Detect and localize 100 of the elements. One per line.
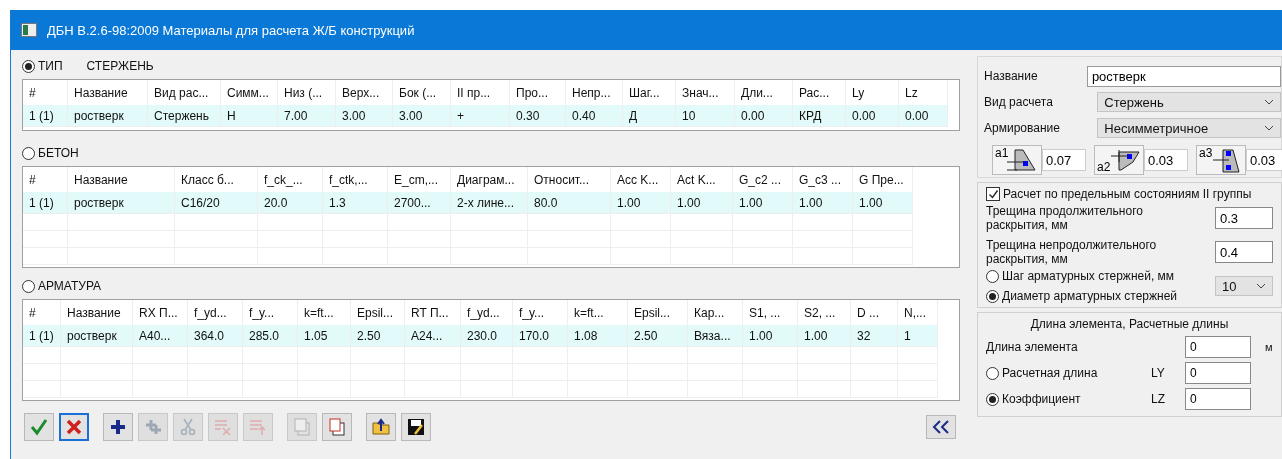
option-label[interactable]: Коэффициент <box>1002 392 1081 406</box>
empty-cell <box>628 347 688 364</box>
table-cell: 32 <box>851 325 898 347</box>
cross-icon <box>64 417 84 437</box>
table-cell: 1.05 <box>298 325 351 347</box>
effective-length-field[interactable]: 0 <box>1185 362 1251 384</box>
scissors-icon <box>178 417 198 437</box>
empty-cell <box>461 347 513 364</box>
empty-cell <box>568 347 628 364</box>
table-cell: 0.00 <box>899 105 948 127</box>
option-label[interactable]: Расчетная длина <box>1002 366 1098 380</box>
table-row[interactable]: 1 (1) ростверк A40... 364.0 285.0 1.05 2.50 A24... 230.0 170.0 1.08 2.50 Вяза... 1.00 1.00 32 1 <box>23 325 959 347</box>
empty-cell <box>23 214 68 231</box>
length-field[interactable]: 0 <box>1185 336 1251 358</box>
empty-cell <box>743 347 798 364</box>
empty-cell <box>671 214 733 231</box>
field-label: Армирование <box>984 121 1061 135</box>
cover-field[interactable]: 0.03 <box>1246 149 1282 171</box>
radio-button[interactable] <box>986 392 999 406</box>
table-cell: ростверк <box>68 105 148 127</box>
empty-cell <box>351 347 405 364</box>
section-radio[interactable]: ТИП <box>22 59 63 73</box>
table-cell: 1 <box>898 325 938 347</box>
reinforcement-dropdown[interactable]: Несимметричное <box>1097 118 1281 138</box>
bar-size-dropdown[interactable]: 10 <box>1215 276 1273 296</box>
double-plus-icon <box>143 417 163 437</box>
table-cell: Вяза... <box>688 325 743 347</box>
app-icon <box>21 23 37 37</box>
table-cell: 0.00 <box>735 105 793 127</box>
crack-width-field[interactable]: 0.3 <box>1215 207 1273 229</box>
chevron-down-icon <box>1256 283 1266 289</box>
collapse-button[interactable] <box>926 415 956 439</box>
add-button[interactable] <box>103 413 133 441</box>
table-cell: Н <box>221 105 278 127</box>
table-cell: 0.40 <box>566 105 623 127</box>
empty-cell <box>133 347 188 364</box>
table-cell: 10 <box>676 105 735 127</box>
empty-cell <box>611 214 671 231</box>
crack-width-field[interactable]: 0.4 <box>1215 241 1273 263</box>
field-label: Название <box>984 69 1039 83</box>
table-cell: 2.50 <box>628 325 688 347</box>
empty-cell <box>688 347 743 364</box>
option-label[interactable]: Диаметр арматурных стержней <box>1002 289 1178 303</box>
table-cell: 0.00 <box>846 105 899 127</box>
table-cell: 1.00 <box>743 325 798 347</box>
table-cell: ростверк <box>68 192 175 214</box>
empty-cell <box>793 214 853 231</box>
table-cell: 2.50 <box>351 325 405 347</box>
table-cell: 364.0 <box>188 325 243 347</box>
section-radio[interactable]: АРМАТУРА <box>22 279 102 293</box>
empty-cell <box>733 214 793 231</box>
cover-field[interactable]: 0.07 <box>1042 149 1086 171</box>
table-cell: ростверк <box>61 325 133 347</box>
cancel-button[interactable] <box>59 413 89 441</box>
section-radio[interactable]: БЕТОН <box>22 146 79 160</box>
move-rows-icon <box>248 417 268 437</box>
table-cell: Д <box>623 105 676 127</box>
option-label[interactable]: Шаг арматурных стержней, мм <box>1002 269 1175 283</box>
empty-cell <box>851 347 898 364</box>
table-cell: 1.00 <box>671 192 733 214</box>
table-cell: 1 (1) <box>23 192 68 214</box>
save-button[interactable] <box>401 413 431 441</box>
cover-field[interactable]: 0.03 <box>1144 149 1188 171</box>
table-cell: 170.0 <box>513 325 568 347</box>
chevron-down-icon <box>1264 99 1274 105</box>
cover-shape-button[interactable]: a3 <box>1196 145 1246 175</box>
group-title: Длина элемента, Расчетные длины <box>1029 317 1230 331</box>
table-cell: КРД <box>793 105 846 127</box>
cover-shape-button[interactable]: a1 <box>992 145 1042 175</box>
serviceability-checkbox[interactable]: Расчет по предельным состояниям II группы <box>986 187 1273 201</box>
empty-cell <box>258 214 323 231</box>
field-label: Трещина продолжительного раскрытия, мм <box>986 204 1144 232</box>
empty-cell <box>405 347 461 364</box>
table-cell: 2-х лине... <box>451 192 528 214</box>
ok-button[interactable] <box>24 413 54 441</box>
empty-cell <box>188 347 243 364</box>
folder-icon <box>371 417 391 437</box>
empty-cell <box>243 347 298 364</box>
radio-button[interactable] <box>986 269 999 283</box>
radio-button[interactable] <box>986 289 999 303</box>
table-cell: 3.00 <box>336 105 393 127</box>
empty-cell <box>898 347 938 364</box>
table-cell: A24... <box>405 325 461 347</box>
table-cell: 3.00 <box>393 105 451 127</box>
calc-type-dropdown[interactable]: Стержень <box>1097 92 1281 112</box>
axis-label: LY <box>1151 366 1166 380</box>
effective-length-field[interactable]: 0 <box>1185 388 1251 410</box>
double-chevron-left-icon <box>930 419 952 435</box>
checkmark-icon <box>987 188 999 200</box>
paste-button[interactable] <box>322 413 352 441</box>
field-label: Трещина непродолжительного раскрытия, мм <box>986 238 1158 266</box>
table-cell: C16/20 <box>175 192 258 214</box>
radio-button[interactable] <box>986 366 999 380</box>
table-row[interactable]: 1 (1) ростверк Стержень Н 7.00 3.00 3.00 + 0.30 0.40 Д 10 0.00 КРД 0.00 0.00 <box>23 105 959 127</box>
copy-icon <box>292 417 312 437</box>
table-row[interactable]: 1 (1) ростверк C16/20 20.0 1.3 2700... 2-х лине... 80.0 1.00 1.00 1.00 1.00 1.00 <box>23 192 959 214</box>
open-button[interactable] <box>366 413 396 441</box>
name-field[interactable]: ростверк <box>1086 65 1281 87</box>
table-cell: 20.0 <box>258 192 323 214</box>
cover-shape-button[interactable]: a2 <box>1094 145 1144 175</box>
